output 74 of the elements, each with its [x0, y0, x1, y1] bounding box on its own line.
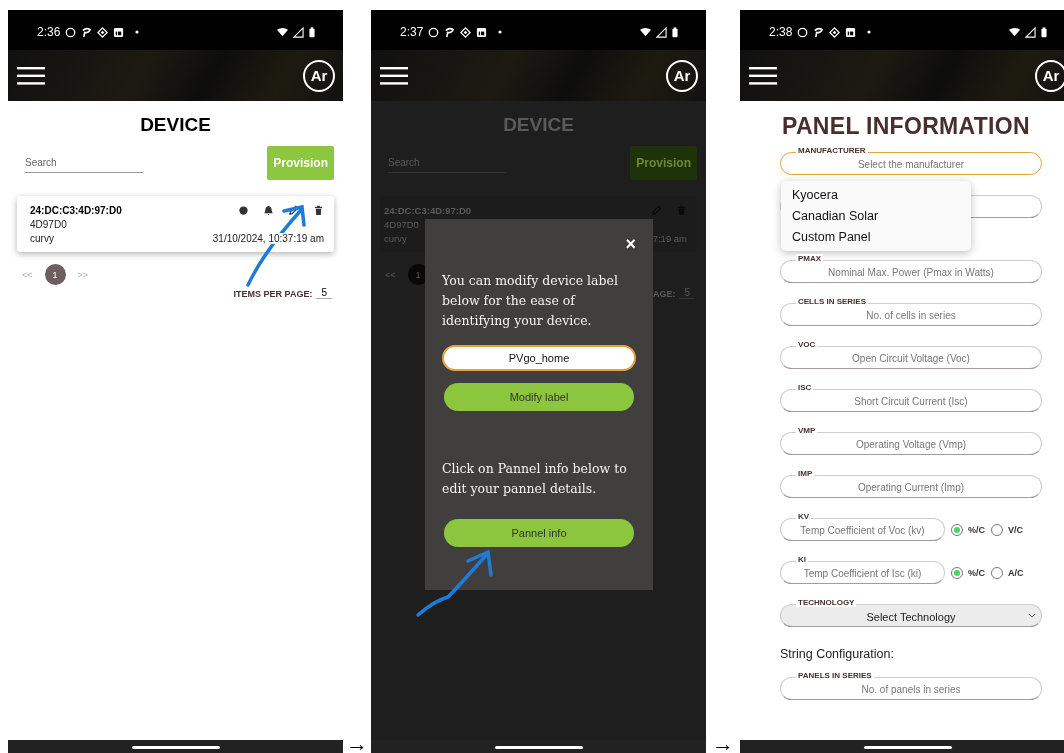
- home-handle[interactable]: [131, 746, 220, 749]
- avatar-button[interactable]: Ar: [666, 59, 698, 92]
- wifi-icon: [640, 26, 651, 38]
- close-button[interactable]: ×: [625, 235, 636, 253]
- battery-icon: [672, 26, 678, 38]
- home-handle[interactable]: [494, 746, 583, 749]
- menu-item[interactable]: Kyocera: [781, 185, 971, 206]
- bell-icon[interactable]: [263, 205, 274, 216]
- dot-icon: [867, 30, 872, 34]
- flow-arrow: →: [711, 735, 735, 753]
- pencil-icon[interactable]: [288, 205, 299, 216]
- device-timestamp: 31/10/2024, 10:37:19 am: [212, 233, 324, 244]
- search-field[interactable]: Search: [388, 153, 506, 173]
- device-mac: 24:DC:C3:4D:97:D0: [384, 205, 472, 216]
- page-title: DEVICE: [139, 114, 212, 136]
- status-time: 2:36: [37, 25, 61, 39]
- diamond-icon: [97, 26, 109, 38]
- chat-icon: [428, 26, 440, 38]
- battery-icon: [1041, 26, 1047, 38]
- dot-icon: [498, 30, 503, 34]
- menu-item[interactable]: Canadian Solar: [781, 206, 971, 227]
- avatar-button[interactable]: Ar: [1035, 59, 1064, 92]
- flow-arrow: →: [345, 735, 369, 753]
- home-handle[interactable]: [863, 746, 952, 749]
- chat-icon: [797, 26, 809, 38]
- search-field[interactable]: Search: [25, 153, 143, 173]
- signal-icon: [293, 26, 304, 38]
- swirl-icon: [813, 26, 825, 38]
- page-title: PANEL INFORMATION: [782, 113, 1031, 140]
- items-per-page-label: ITEMS PER PAGE:: [233, 289, 313, 299]
- app-icon: [476, 26, 488, 38]
- section-heading: String Configuration:: [780, 647, 895, 661]
- device-mac: 24:DC:C3:4D:97:D0: [30, 205, 122, 216]
- device-label: curvy: [30, 233, 54, 244]
- status-time: 2:37: [400, 25, 424, 39]
- page-number[interactable]: 1: [44, 264, 66, 285]
- app-icon: [113, 26, 125, 38]
- items-per-page-field: 5: [679, 287, 695, 299]
- radio-label: %/C: [968, 567, 985, 578]
- chevron-down-icon: [1028, 613, 1036, 618]
- radio-label: V/C: [1008, 524, 1024, 535]
- dot-icon: [135, 30, 140, 34]
- panel-info-button[interactable]: Pannel info: [444, 519, 634, 547]
- dialog-text: Click on Pannel info below to edit your pannel details.: [442, 460, 628, 498]
- device-serial: 4D97D0: [384, 219, 420, 230]
- device-label-field[interactable]: PVgo_home: [442, 345, 636, 371]
- items-per-page-field[interactable]: 5: [316, 287, 332, 299]
- app-icon: [845, 26, 857, 38]
- menu-icon[interactable]: [17, 66, 45, 85]
- dialog-text: You can modify device label below for the ease of identifying your device.: [442, 272, 619, 330]
- trash-icon[interactable]: [313, 205, 324, 216]
- signal-icon: [1025, 26, 1036, 38]
- radio-label: %/C: [968, 524, 985, 535]
- menu-icon[interactable]: [380, 66, 408, 85]
- menu-icon[interactable]: [749, 66, 777, 85]
- page-title: DEVICE: [502, 114, 575, 136]
- swirl-icon: [81, 26, 93, 38]
- device-serial: 4D97D0: [30, 219, 68, 230]
- items-per-page-label: AGE:: [652, 289, 676, 299]
- battery-icon: [309, 26, 315, 38]
- device-label: curvy: [384, 233, 407, 244]
- swirl-icon: [444, 26, 456, 38]
- modify-label-button[interactable]: Modify label: [444, 383, 634, 411]
- status-dot-icon: [238, 205, 249, 216]
- wifi-icon: [1009, 26, 1020, 38]
- radio-label: A/C: [1008, 567, 1024, 578]
- diamond-icon: [829, 26, 841, 38]
- status-time: 2:38: [769, 25, 793, 39]
- signal-icon: [656, 26, 667, 38]
- avatar-button[interactable]: Ar: [303, 59, 335, 92]
- menu-item[interactable]: Custom Panel: [781, 227, 971, 248]
- chat-icon: [65, 26, 77, 38]
- diamond-icon: [460, 26, 472, 38]
- wifi-icon: [277, 26, 288, 38]
